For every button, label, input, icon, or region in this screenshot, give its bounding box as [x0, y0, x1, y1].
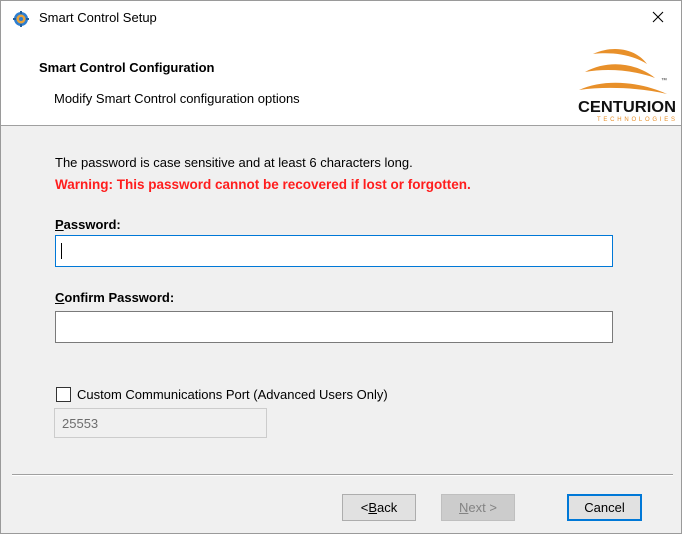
custom-port-checkbox[interactable] — [56, 386, 71, 402]
custom-port-label[interactable]: Custom Communications Port (Advanced Use… — [77, 387, 388, 402]
logo-tm: ™ — [661, 77, 667, 84]
next-button-rest: ext > — [468, 500, 497, 515]
password-info-text: The password is case sensitive and at le… — [55, 155, 413, 170]
logo-tagline: TECHNOLOGIES — [597, 117, 675, 123]
next-button-mnemonic: N — [459, 500, 469, 515]
back-button-prefix: < — [360, 500, 369, 515]
back-button-rest: ack — [377, 500, 398, 515]
confirm-password-input[interactable] — [55, 311, 613, 343]
page-title: Smart Control Configuration — [39, 60, 215, 75]
setup-gear-icon — [13, 11, 29, 27]
content-area: The password is case sensitive and at le… — [1, 127, 681, 474]
centurion-logo: ™ CENTURION TECHNOLOGIES — [575, 42, 679, 124]
confirm-password-label-rest: onfirm Password: — [64, 290, 175, 305]
cancel-button[interactable]: Cancel — [567, 494, 642, 521]
close-button[interactable] — [635, 1, 681, 35]
password-label: Password: — [55, 217, 121, 232]
confirm-password-label-mnemonic: C — [55, 290, 65, 305]
password-input[interactable] — [55, 235, 613, 267]
port-input — [54, 408, 267, 438]
password-warning-text: Warning: This password cannot be recover… — [55, 177, 471, 192]
next-button: Next > — [441, 494, 515, 521]
confirm-password-label: Confirm Password: — [55, 290, 174, 305]
setup-dialog: Smart Control Setup Smart Control Config… — [0, 0, 682, 534]
header-banner: Smart Control Configuration Modify Smart… — [1, 35, 681, 126]
text-cursor — [61, 243, 62, 259]
password-label-mnemonic: P — [55, 217, 64, 232]
close-icon — [652, 11, 664, 26]
back-button[interactable]: < Back — [342, 494, 416, 521]
logo-wordmark: CENTURION — [578, 99, 676, 116]
footer-divider — [12, 474, 673, 476]
back-button-mnemonic: B — [368, 500, 378, 515]
window-title: Smart Control Setup — [39, 10, 157, 25]
title-bar: Smart Control Setup — [1, 1, 681, 35]
password-label-rest: assword: — [63, 217, 121, 232]
custom-port-option[interactable]: Custom Communications Port (Advanced Use… — [56, 385, 388, 403]
page-subtitle: Modify Smart Control configuration optio… — [54, 91, 300, 106]
